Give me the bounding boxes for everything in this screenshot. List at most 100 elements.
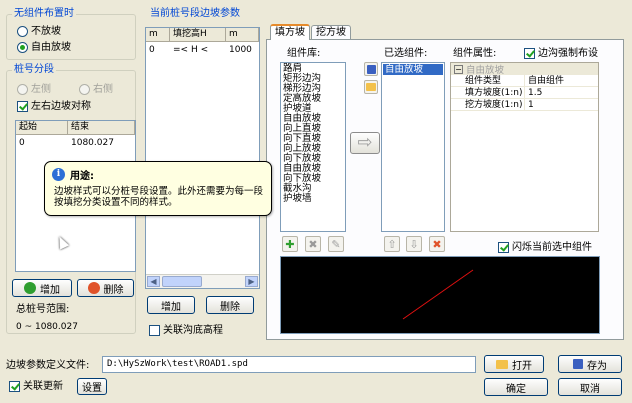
- table-row[interactable]: 组件类型 自由组件: [451, 75, 598, 87]
- props-label: 组件属性:: [453, 48, 497, 59]
- table-row[interactable]: 填方坡度(1:n) 1.5: [451, 87, 598, 99]
- radio-free-slope-label: 自由放坡: [31, 42, 71, 53]
- props-grid[interactable]: − 自由放坡 组件类型 自由组件 填方坡度(1:n) 1.5 挖方坡度(1:n)…: [450, 62, 599, 232]
- force-ditch-checkbox[interactable]: [524, 48, 535, 59]
- flash-checkbox[interactable]: [498, 242, 509, 253]
- tooltip: i 用途: 边坡样式可以分桩号段设置。此外还需要为每一段按填挖分类设置不同的样式…: [44, 161, 272, 216]
- floppy-icon: [573, 359, 583, 369]
- radio-left-label: 左侧: [31, 84, 51, 95]
- folder-icon: [496, 359, 508, 369]
- scroll-left-arrow[interactable]: ◀: [147, 276, 160, 287]
- auto-update-label: 关联更新: [23, 381, 63, 392]
- ok-label: 确定: [506, 383, 526, 395]
- prop-value: 1.5: [528, 88, 543, 98]
- folder-icon: [366, 83, 376, 91]
- settings-label: 设置: [82, 383, 102, 394]
- add-component-icon: ✚: [285, 237, 295, 251]
- segment-start-cell: 0: [19, 138, 25, 148]
- props-group-title: 自由放坡: [466, 65, 505, 76]
- tab-cut-slope[interactable]: 挖方坡: [311, 25, 351, 40]
- file-path-field[interactable]: D:\HySzWork\test\ROAD1.spd: [102, 356, 476, 373]
- save-as-label: 存为: [587, 360, 607, 372]
- no-component-group: [6, 14, 136, 60]
- component-lib-list[interactable]: 路肩 矩形边沟 梯形边沟 定高放坡 护坡道 自由放坡 向上直坡 向下直坡 向上放…: [280, 62, 346, 232]
- segment-title: 桩号分段: [12, 64, 56, 76]
- tab-fill-slope[interactable]: 填方坡: [270, 24, 310, 40]
- preview-canvas[interactable]: [280, 256, 600, 334]
- delete-segment-button[interactable]: 删除: [77, 279, 134, 297]
- param-header-2: 填挖高H: [170, 28, 226, 41]
- table-row[interactable]: 0 =< H < 1000: [146, 44, 259, 56]
- add-param-label: 增加: [161, 301, 181, 313]
- param-cell-3: 1000: [229, 45, 252, 55]
- param-header-3: m: [226, 28, 259, 41]
- prop-name: 组件类型: [451, 75, 525, 86]
- table-row[interactable]: 0 1080.027: [16, 137, 135, 149]
- save-as-button[interactable]: 存为: [558, 355, 622, 373]
- cancel-label: 取消: [580, 383, 600, 395]
- list-item[interactable]: 护坡墙: [283, 194, 345, 204]
- add-component-button[interactable]: ✚: [282, 236, 298, 252]
- radio-right[interactable]: [79, 84, 90, 95]
- add-param-button[interactable]: 增加: [147, 296, 195, 314]
- down-arrow-icon: ⇩: [409, 237, 419, 251]
- delete-param-button[interactable]: 删除: [206, 296, 254, 314]
- props-group-row[interactable]: − 自由放坡: [451, 63, 598, 76]
- prop-value: 自由组件: [528, 76, 565, 86]
- param-header-1: m: [146, 28, 170, 41]
- radio-left[interactable]: [17, 84, 28, 95]
- delete-segment-label: 删除: [103, 284, 124, 296]
- remove-component-button[interactable]: ✖: [305, 236, 321, 252]
- cancel-button[interactable]: 取消: [558, 378, 622, 396]
- symmetric-checkbox[interactable]: [17, 101, 28, 112]
- param-table[interactable]: m 填挖高H m 0 =< H < 1000 ◀ ▶: [145, 27, 260, 289]
- horizontal-scrollbar[interactable]: ◀ ▶: [146, 274, 259, 288]
- tooltip-text: 边坡样式可以分桩号段设置。此外还需要为每一段按填挖分类设置不同的样式。: [54, 186, 264, 208]
- total-range-value: 0 ~ 1080.027: [16, 322, 78, 332]
- add-segment-button[interactable]: 增加: [12, 279, 72, 297]
- save-selected-button[interactable]: [364, 62, 378, 76]
- ok-button[interactable]: 确定: [484, 378, 548, 396]
- component-lib-label: 组件库:: [287, 48, 321, 59]
- floppy-icon: [366, 64, 376, 74]
- auto-update-checkbox[interactable]: [9, 381, 20, 392]
- tooltip-title: 用途:: [70, 171, 94, 182]
- edit-component-button[interactable]: ✎: [328, 236, 344, 252]
- radio-no-slope-label: 不放坡: [31, 26, 61, 37]
- settings-button[interactable]: 设置: [77, 378, 107, 395]
- open-selected-button[interactable]: [364, 80, 378, 94]
- info-icon: i: [52, 168, 65, 181]
- delete-selected-button[interactable]: ✖: [429, 236, 445, 252]
- radio-right-label: 右侧: [93, 84, 113, 95]
- segment-header-end: 结束: [68, 121, 135, 134]
- link-ditch-checkbox[interactable]: [149, 325, 160, 336]
- collapse-icon[interactable]: −: [454, 64, 463, 74]
- file-label: 边坡参数定义文件:: [6, 360, 90, 371]
- add-segment-label: 增加: [40, 284, 60, 296]
- add-icon: [24, 282, 36, 294]
- move-up-button[interactable]: ⇧: [384, 236, 400, 252]
- flash-label: 闪烁当前选中组件: [512, 242, 592, 253]
- prop-name: 填方坡度(1:n): [451, 87, 525, 98]
- scroll-thumb[interactable]: [162, 276, 202, 287]
- radio-no-slope[interactable]: [17, 26, 28, 37]
- symmetric-label: 左右边坡对称: [31, 101, 91, 112]
- radio-free-slope[interactable]: [17, 42, 28, 53]
- no-component-title: 无组件布置时: [12, 8, 76, 20]
- scroll-right-arrow[interactable]: ▶: [245, 276, 258, 287]
- slope-line: [402, 269, 474, 320]
- total-range-label: 总桩号范围:: [16, 304, 70, 315]
- preview-svg: [402, 269, 474, 320]
- pencil-icon: ✎: [331, 237, 341, 251]
- prop-value: 1: [528, 100, 534, 110]
- table-row[interactable]: 挖方坡度(1:n) 1: [451, 99, 598, 111]
- add-to-selected-button[interactable]: ⇨: [350, 132, 380, 154]
- segment-table-header: 起始 结束: [16, 121, 135, 135]
- up-arrow-icon: ⇧: [387, 237, 397, 251]
- selected-label: 已选组件:: [384, 48, 428, 59]
- open-button[interactable]: 打开: [484, 355, 544, 373]
- move-down-button[interactable]: ⇩: [406, 236, 422, 252]
- param-cell-1: 0: [149, 45, 155, 55]
- list-item[interactable]: 自由放坡: [383, 64, 443, 75]
- selected-list[interactable]: 自由放坡: [381, 62, 445, 232]
